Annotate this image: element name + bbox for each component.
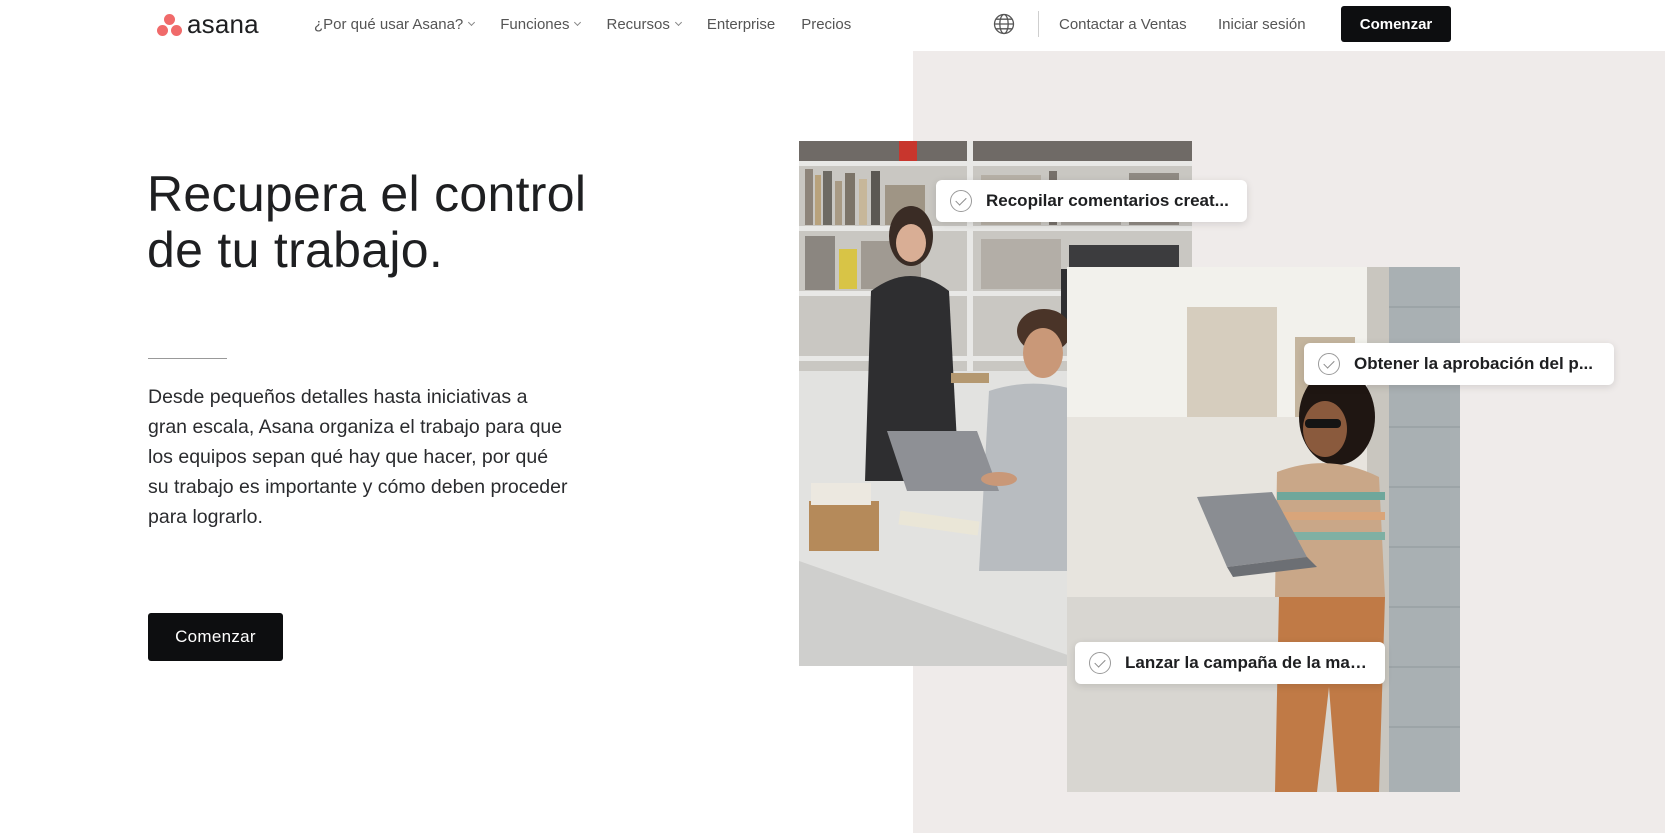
task-label: Obtener la aprobación del p... [1354,354,1593,373]
nav-item-why-asana[interactable]: ¿Por qué usar Asana? [314,15,476,33]
task-card[interactable]: Obtener la aprobación del p... [1304,343,1614,385]
hero-divider [148,358,227,359]
nav-item-label: Recursos [606,15,670,33]
nav-item-label: Enterprise [706,15,776,33]
hero-get-started-button[interactable]: Comenzar [148,613,283,661]
task-card[interactable]: Recopilar comentarios creat... [936,180,1247,222]
check-circle-icon[interactable] [1089,652,1111,674]
main-menu: ¿Por qué usar Asana? Funciones Recursos … [314,0,877,48]
task-label: Lanzar la campaña de la mar... [1125,653,1367,672]
nav-divider [1038,11,1039,37]
check-circle-icon[interactable] [1318,353,1340,375]
top-navigation: asana ¿Por qué usar Asana? Funciones Rec… [0,0,1665,48]
task-label: Recopilar comentarios creat... [986,191,1229,210]
hero-title-line-2: de tu trabajo. [147,222,444,278]
nav-item-label: ¿Por qué usar Asana? [314,15,464,33]
chevron-down-icon [674,18,682,27]
globe-icon[interactable] [993,13,1015,35]
logo-wordmark: asana [187,9,259,39]
nav-item-label: Precios [801,15,852,33]
hero-description: Desde pequeños detalles hasta iniciativa… [148,386,568,528]
nav-get-started-button[interactable]: Comenzar [1341,6,1451,42]
nav-item-pricing[interactable]: Precios [801,16,851,33]
nav-item-features[interactable]: Funciones [500,15,582,33]
hero-title: Recupera el control de tu trabajo. [147,166,707,278]
chevron-down-icon [468,18,476,27]
login-link[interactable]: Iniciar sesión [1218,0,1306,48]
nav-item-label: Funciones [500,15,570,33]
asana-logo[interactable]: asana [157,11,259,37]
nav-item-enterprise[interactable]: Enterprise [707,16,775,33]
check-circle-icon[interactable] [950,190,972,212]
chevron-down-icon [574,18,582,27]
contact-sales-link[interactable]: Contactar a Ventas [1059,0,1187,48]
task-card[interactable]: Lanzar la campaña de la mar... [1075,642,1385,684]
hero-title-line-1: Recupera el control [147,166,587,222]
asana-logo-icon [157,13,182,36]
nav-item-resources[interactable]: Recursos [606,15,682,33]
